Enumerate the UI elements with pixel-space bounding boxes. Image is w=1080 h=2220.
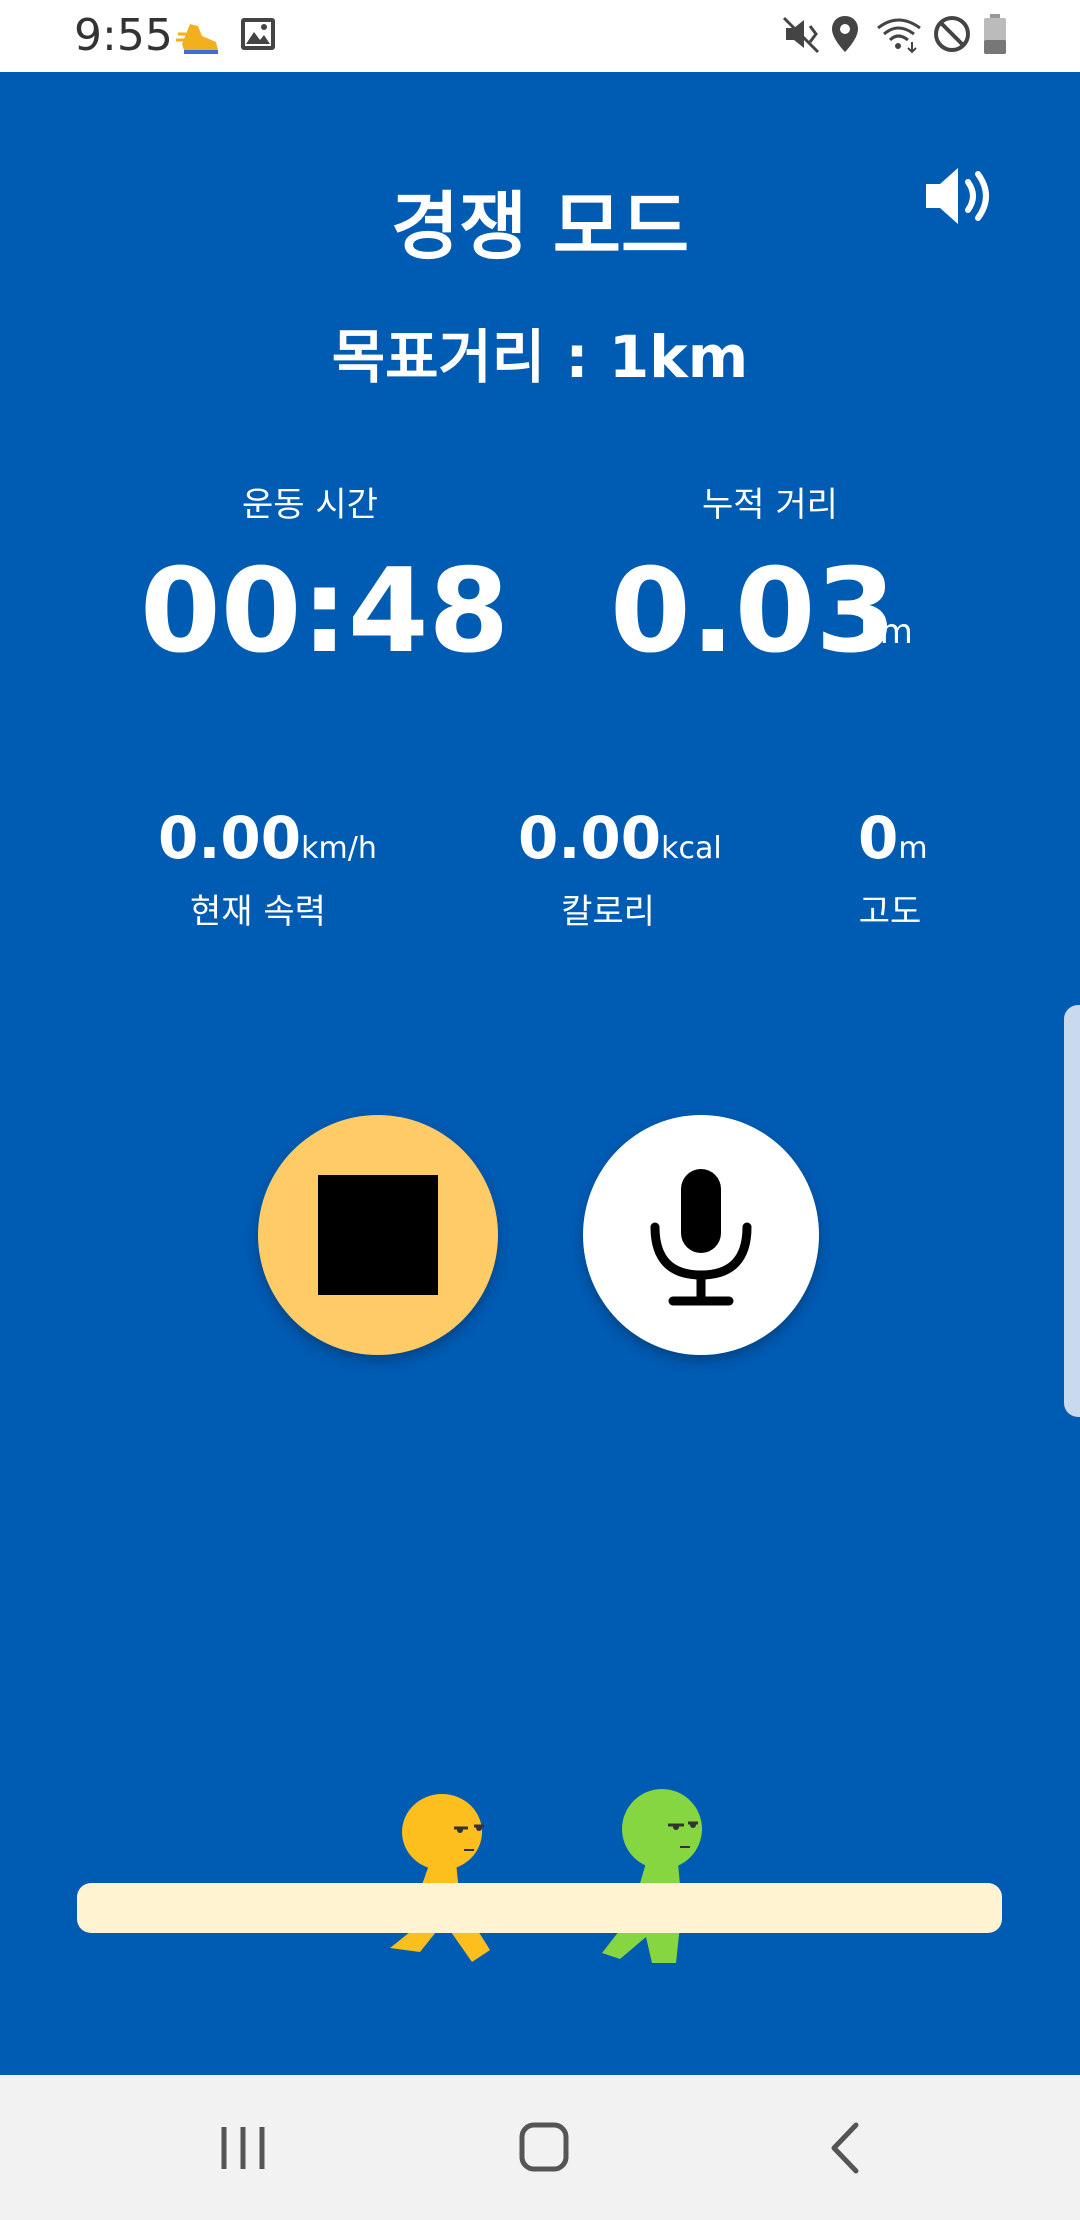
speaker-volume-icon[interactable] (922, 160, 1002, 232)
stop-button[interactable] (258, 1115, 498, 1355)
status-time: 9:55 (74, 10, 173, 61)
calories-unit: kcal (661, 831, 722, 866)
vibrate-mute-icon (782, 16, 820, 54)
workout-time-value: 00:48 (140, 544, 510, 679)
calories-label: 칼로리 (561, 892, 655, 932)
speed-number: 0.00 (158, 804, 302, 872)
distance-value: 0.03 (610, 544, 897, 679)
workout-time-label: 운동 시간 (242, 485, 378, 525)
race-track (77, 1883, 1002, 1933)
calories-number: 0.00 (518, 804, 662, 872)
back-icon[interactable] (800, 2113, 890, 2183)
altitude-value: 0m (858, 804, 928, 872)
navigation-bar (0, 2075, 1080, 2220)
calories-value: 0.00kcal (518, 804, 722, 872)
altitude-number: 0 (858, 804, 899, 872)
distance-unit: km (860, 612, 913, 652)
goal-distance: 목표거리 : 1km (331, 323, 749, 391)
microphone-icon (650, 1169, 752, 1306)
running-shoe-icon (176, 24, 218, 54)
altitude-unit: m (898, 831, 928, 866)
image-icon (241, 18, 275, 50)
side-panel-handle[interactable] (1064, 1005, 1080, 1417)
speed-unit: km/h (301, 831, 377, 866)
page-title: 경쟁 모드 (390, 184, 690, 270)
home-icon[interactable] (498, 2113, 588, 2183)
stop-icon (318, 1175, 438, 1295)
distance-label: 누적 거리 (702, 485, 838, 525)
do-not-disturb-icon (934, 16, 970, 52)
player-runner-green (602, 1789, 702, 1963)
competitor-runner-yellow (390, 1794, 490, 1962)
speed-value: 0.00km/h (158, 804, 377, 872)
battery-icon (984, 14, 1006, 54)
recent-apps-icon[interactable] (198, 2113, 288, 2183)
status-bar: 9:55 (0, 0, 1080, 72)
voice-button[interactable] (583, 1115, 819, 1355)
speed-label: 현재 속력 (190, 892, 326, 932)
altitude-label: 고도 (858, 892, 922, 932)
location-icon (832, 16, 858, 52)
main-screen: 경쟁 모드 목표거리 : 1km 운동 시간 00:48 누적 거리 0.03 … (0, 72, 1080, 2075)
wifi-icon (877, 18, 921, 54)
